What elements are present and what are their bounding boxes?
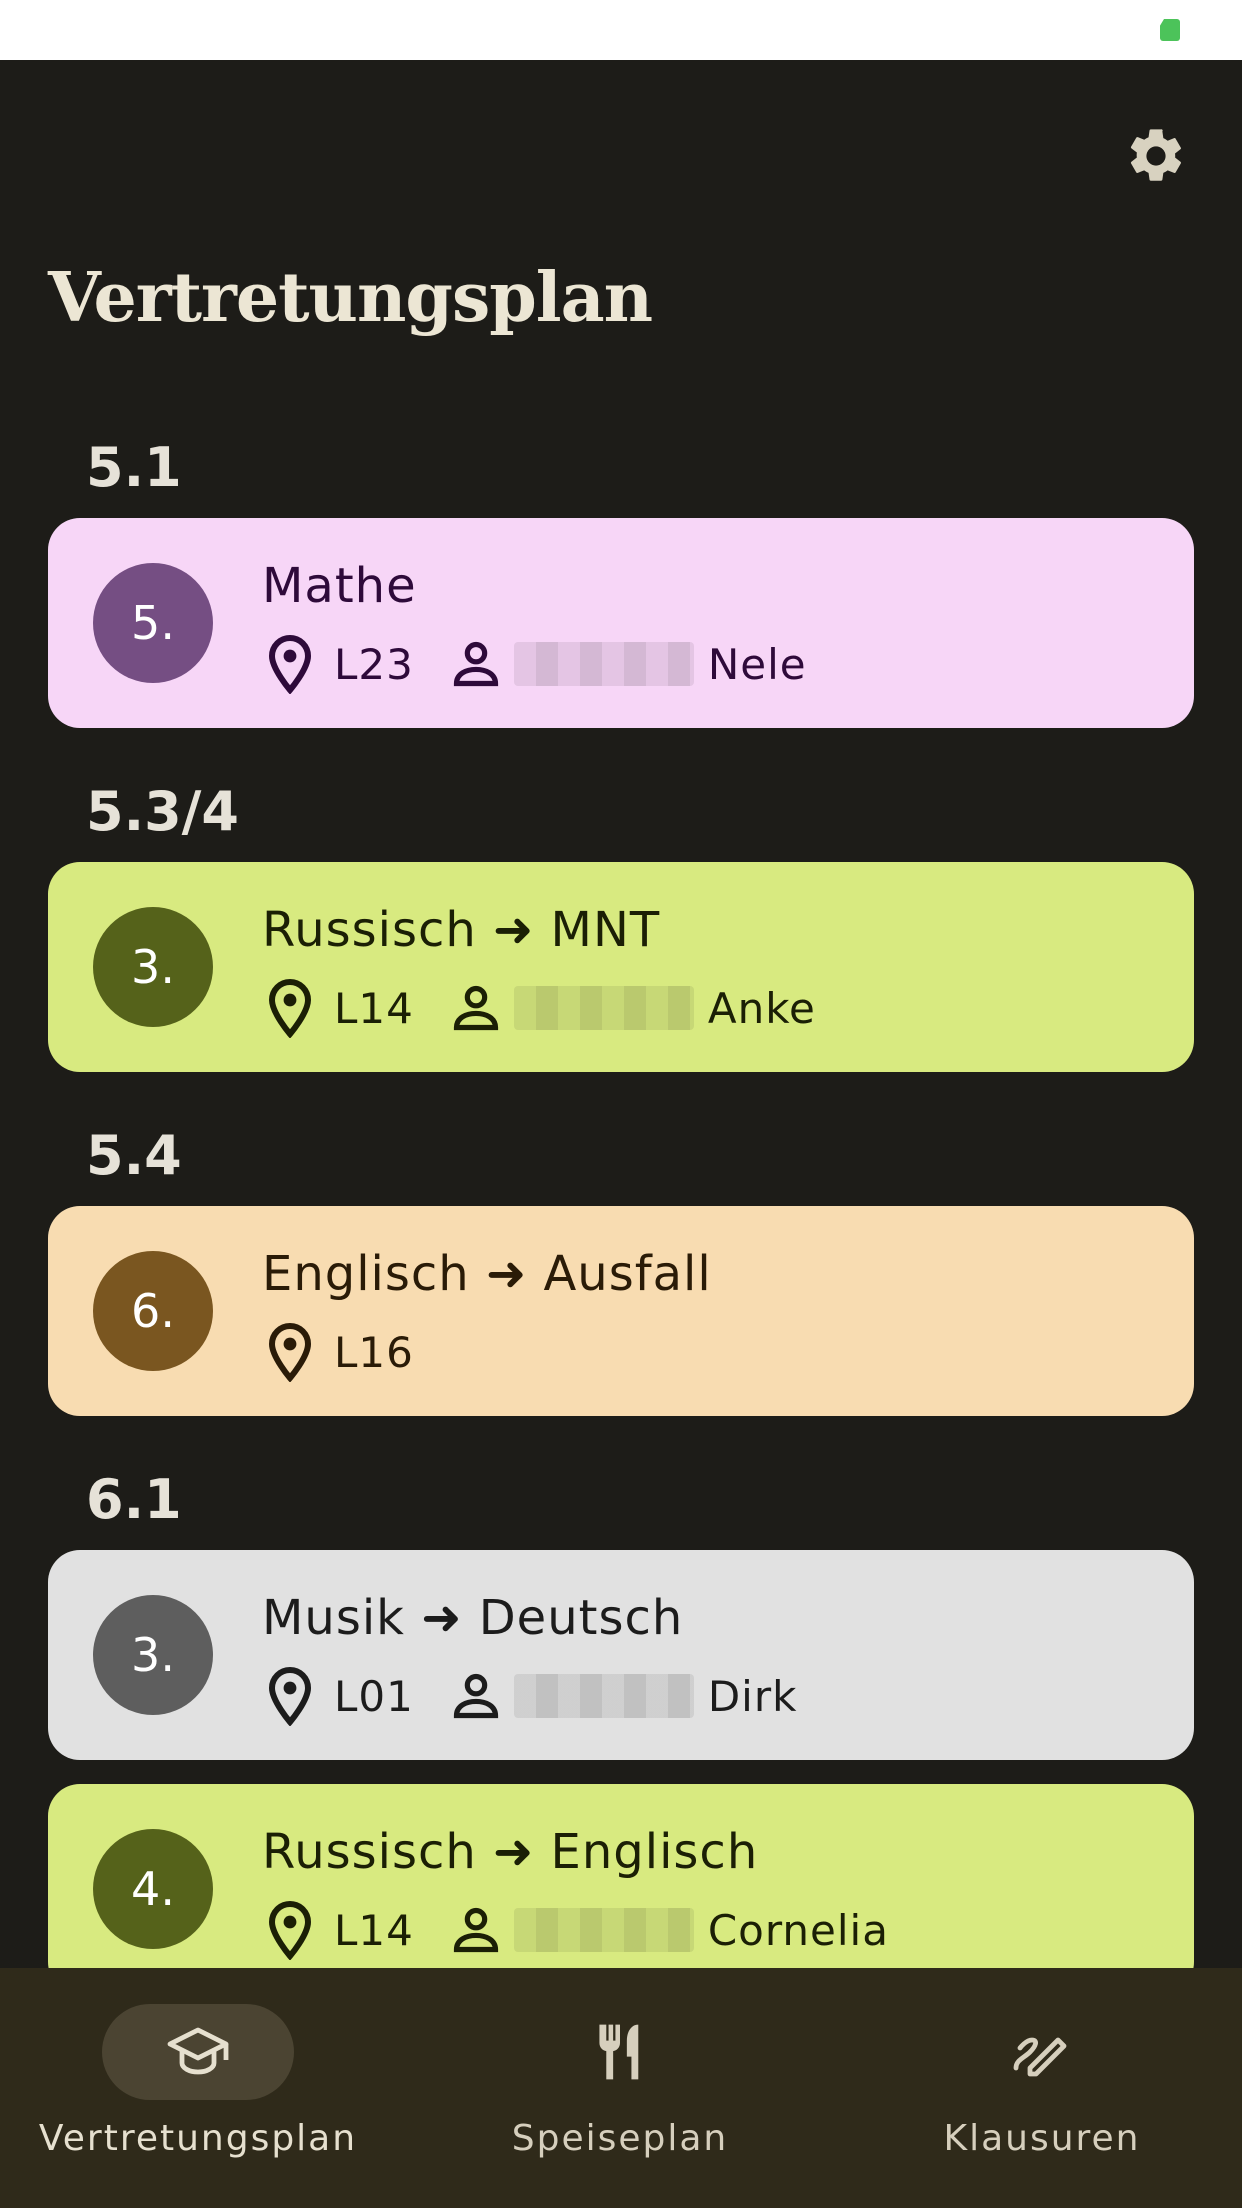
card-meta: L16 — [262, 1320, 414, 1384]
nav-item-klausuren[interactable]: Klausuren — [882, 1968, 1202, 2208]
location-pin-icon — [262, 1664, 318, 1728]
location-pin-icon — [262, 976, 318, 1040]
nav-icon-container — [946, 2004, 1138, 2100]
room-label: L14 — [334, 1905, 414, 1955]
location-pin-icon — [262, 1898, 318, 1962]
redacted-surname — [513, 1674, 694, 1718]
teacher-label: Nele — [707, 639, 807, 689]
period-badge: 5. — [93, 563, 213, 683]
subject-label: Russisch ➜ MNT — [262, 902, 661, 958]
period-badge: 6. — [93, 1251, 213, 1371]
settings-button[interactable] — [1120, 120, 1192, 192]
nav-item-vertretungsplan[interactable]: Vertretungsplan — [38, 1968, 358, 2208]
nav-label: Klausuren — [943, 2118, 1141, 2159]
substitution-card[interactable]: 4. Russisch ➜ Englisch L14 Cornelia — [48, 1784, 1194, 1994]
class-heading: 5.1 — [86, 436, 182, 499]
page-title: Vertretungsplan — [48, 258, 653, 338]
teacher-label: Cornelia — [707, 1905, 889, 1955]
subject-label: Musik ➜ Deutsch — [262, 1590, 684, 1646]
location-pin-icon — [262, 1320, 318, 1384]
person-icon — [448, 976, 504, 1040]
pen-icon — [1013, 2037, 1067, 2077]
redacted-surname — [513, 642, 694, 686]
period-badge: 3. — [93, 1595, 213, 1715]
location-pin-icon — [262, 632, 318, 696]
period-badge: 4. — [93, 1829, 213, 1949]
substitution-card[interactable]: 6. Englisch ➜ Ausfall L16 — [48, 1206, 1194, 1416]
redacted-surname — [513, 986, 694, 1030]
status-bar — [0, 0, 1242, 60]
class-heading: 5.4 — [86, 1124, 182, 1187]
battery-icon — [1160, 19, 1180, 41]
fork-knife-icon — [599, 2024, 639, 2080]
active-indicator — [102, 2004, 294, 2100]
room-label: L23 — [334, 639, 414, 689]
nav-item-speiseplan[interactable]: Speiseplan — [460, 1968, 780, 2208]
person-icon — [448, 1898, 504, 1962]
substitution-card[interactable]: 5. Mathe L23 Nele — [48, 518, 1194, 728]
card-meta: L23 Nele — [262, 632, 807, 696]
nav-label: Speiseplan — [511, 2118, 729, 2159]
room-label: L16 — [334, 1327, 414, 1377]
class-heading: 6.1 — [86, 1468, 182, 1531]
card-meta: L14 Cornelia — [262, 1898, 889, 1962]
period-badge: 3. — [93, 907, 213, 1027]
subject-label: Englisch ➜ Ausfall — [262, 1246, 712, 1302]
room-label: L01 — [334, 1671, 414, 1721]
bottom-navigation: Vertretungsplan Speiseplan Klausuren — [0, 1968, 1242, 2208]
card-meta: L14 Anke — [262, 976, 816, 1040]
teacher-label: Dirk — [707, 1671, 798, 1721]
class-heading: 5.3/4 — [86, 780, 239, 843]
nav-label: Vertretungsplan — [38, 2118, 358, 2159]
card-meta: L01 Dirk — [262, 1664, 797, 1728]
subject-label: Mathe — [262, 558, 417, 614]
graduation-cap-icon — [167, 2027, 229, 2075]
person-icon — [448, 632, 504, 696]
room-label: L14 — [334, 983, 414, 1033]
gear-icon — [1130, 129, 1181, 181]
person-icon — [448, 1664, 504, 1728]
redacted-surname — [513, 1908, 694, 1952]
substitution-card[interactable]: 3. Russisch ➜ MNT L14 Anke — [48, 862, 1194, 1072]
substitution-card[interactable]: 3. Musik ➜ Deutsch L01 Dirk — [48, 1550, 1194, 1760]
nav-icon-container — [524, 2004, 716, 2100]
teacher-label: Anke — [707, 983, 816, 1033]
subject-label: Russisch ➜ Englisch — [262, 1824, 759, 1880]
